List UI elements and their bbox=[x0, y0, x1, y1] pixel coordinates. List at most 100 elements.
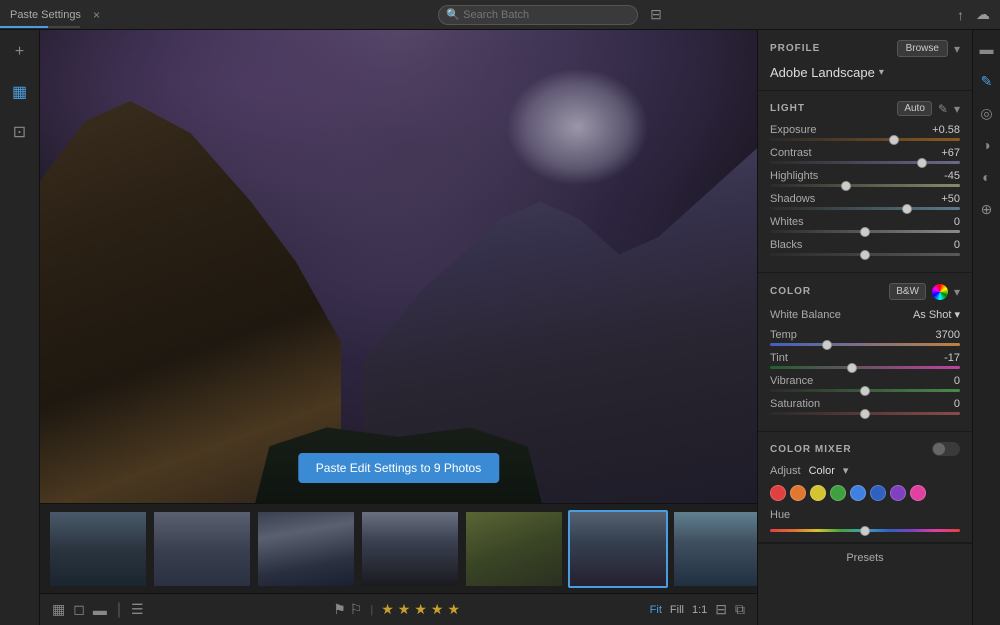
shadows-slider-row: Shadows +50 bbox=[770, 193, 960, 210]
temp-thumb[interactable] bbox=[822, 340, 832, 350]
highlights-track[interactable] bbox=[770, 184, 960, 187]
filmstrip-thumb-2[interactable] bbox=[152, 510, 252, 588]
light-chevron-icon[interactable]: ▾ bbox=[954, 102, 960, 116]
zoom-fit[interactable]: Fit bbox=[650, 604, 662, 616]
contrast-thumb[interactable] bbox=[917, 158, 927, 168]
hue-track[interactable] bbox=[770, 529, 960, 532]
star-4[interactable]: ★ bbox=[431, 601, 444, 618]
profile-header: PROFILE Browse ▾ bbox=[770, 40, 960, 57]
tint-thumb[interactable] bbox=[847, 363, 857, 373]
blacks-track[interactable] bbox=[770, 253, 960, 256]
thumb-bg-7 bbox=[674, 512, 757, 586]
histogram-icon[interactable]: ▬ bbox=[976, 38, 998, 60]
yellow-dot[interactable] bbox=[810, 485, 826, 501]
orange-dot[interactable] bbox=[790, 485, 806, 501]
left-sidebar: + ▦ ⊡ bbox=[0, 30, 40, 625]
thumb-bg-2 bbox=[154, 512, 250, 586]
adjust-label: Adjust bbox=[770, 465, 801, 477]
whites-thumb[interactable] bbox=[860, 227, 870, 237]
exposure-track[interactable] bbox=[770, 138, 960, 141]
main-image-area: Paste Edit Settings to 9 Photos bbox=[40, 30, 757, 503]
temp-track[interactable] bbox=[770, 343, 960, 346]
cloud-icon[interactable]: ☁ bbox=[976, 6, 990, 23]
vibrance-track[interactable] bbox=[770, 389, 960, 392]
wb-value-text: As Shot bbox=[913, 309, 952, 321]
zoom-fill[interactable]: Fill bbox=[670, 604, 684, 616]
light-title: LIGHT bbox=[770, 103, 805, 114]
add-button[interactable]: + bbox=[6, 38, 34, 66]
detail-icon[interactable]: ◎ bbox=[976, 102, 998, 124]
blacks-thumb[interactable] bbox=[860, 250, 870, 260]
star-2[interactable]: ★ bbox=[398, 601, 411, 618]
filmstrip-thumb-5[interactable] bbox=[464, 510, 564, 588]
lens-icon[interactable]: ◑ bbox=[976, 134, 998, 156]
thumb-bg-5 bbox=[466, 512, 562, 586]
exposure-thumb[interactable] bbox=[889, 135, 899, 145]
filter-icon[interactable]: ⊟ bbox=[650, 6, 662, 23]
aqua-dot[interactable] bbox=[850, 485, 866, 501]
crop-icon[interactable]: ⊡ bbox=[6, 118, 34, 146]
right-icon-sidebar: ▬ ✎ ◎ ◑ ◐ ⊕ bbox=[972, 30, 1000, 625]
purple-dot[interactable] bbox=[890, 485, 906, 501]
bw-button[interactable]: B&W bbox=[889, 283, 926, 300]
blacks-label: Blacks bbox=[770, 239, 802, 251]
color-mixer-toggle[interactable] bbox=[932, 442, 960, 456]
tint-track[interactable] bbox=[770, 366, 960, 369]
saturation-track[interactable] bbox=[770, 412, 960, 415]
compare-icon[interactable]: ⊟ bbox=[715, 601, 727, 618]
edit-pencil-icon[interactable]: ✎ bbox=[938, 102, 948, 116]
flag-icon[interactable]: ⚑ bbox=[333, 601, 346, 618]
close-button[interactable]: × bbox=[93, 8, 100, 22]
browse-button[interactable]: Browse bbox=[897, 40, 948, 57]
grid-view-button[interactable]: ▦ bbox=[52, 601, 65, 618]
color-mixer-chevron[interactable]: ▾ bbox=[843, 464, 849, 477]
light-header: LIGHT Auto ✎ ▾ bbox=[770, 101, 960, 116]
hue-thumb[interactable] bbox=[860, 526, 870, 536]
list-view-button[interactable]: ▬ bbox=[93, 602, 107, 618]
search-input[interactable] bbox=[438, 5, 638, 25]
highlights-slider-row: Highlights -45 bbox=[770, 170, 960, 187]
calibration-icon[interactable]: ⊕ bbox=[976, 198, 998, 220]
magenta-dot[interactable] bbox=[910, 485, 926, 501]
shadows-track[interactable] bbox=[770, 207, 960, 210]
profile-chevron-icon[interactable]: ▾ bbox=[954, 42, 960, 56]
square-view-button[interactable]: ◻ bbox=[73, 601, 85, 618]
color-grading-icon[interactable]: ◐ bbox=[976, 166, 998, 188]
exposure-slider-row: Exposure +0.58 bbox=[770, 124, 960, 141]
highlights-thumb[interactable] bbox=[841, 181, 851, 191]
star-5[interactable]: ★ bbox=[447, 601, 460, 618]
white-balance-row: White Balance As Shot ▾ bbox=[770, 308, 960, 321]
shadows-thumb[interactable] bbox=[902, 204, 912, 214]
filmstrip-thumb-6[interactable] bbox=[568, 510, 668, 588]
filmstrip-thumb-1[interactable] bbox=[48, 510, 148, 588]
hue-label: Hue bbox=[770, 509, 790, 521]
zoom-1-1[interactable]: 1:1 bbox=[692, 604, 707, 616]
upload-icon[interactable]: ↑ bbox=[957, 7, 964, 23]
contrast-track[interactable] bbox=[770, 161, 960, 164]
whites-track[interactable] bbox=[770, 230, 960, 233]
star-1[interactable]: ★ bbox=[381, 601, 394, 618]
edit-icon[interactable]: ✎ bbox=[976, 70, 998, 92]
color-wheel-icon[interactable] bbox=[932, 284, 948, 300]
saturation-thumb[interactable] bbox=[860, 409, 870, 419]
filmstrip-thumb-3[interactable] bbox=[256, 510, 356, 588]
before-after-icon[interactable]: ⧉ bbox=[735, 601, 745, 618]
paste-tooltip[interactable]: Paste Edit Settings to 9 Photos bbox=[298, 453, 499, 483]
color-chevron-icon[interactable]: ▾ bbox=[954, 285, 960, 299]
star-3[interactable]: ★ bbox=[414, 601, 427, 618]
white-balance-value[interactable]: As Shot ▾ bbox=[913, 308, 960, 321]
color-mixer-section: COLOR MIXER Adjust Color ▾ Hue bbox=[758, 432, 972, 543]
reject-icon[interactable]: ⚐ bbox=[350, 601, 363, 618]
green-dot[interactable] bbox=[830, 485, 846, 501]
red-dot[interactable] bbox=[770, 485, 786, 501]
profile-name[interactable]: Adobe Landscape ▾ bbox=[770, 65, 960, 80]
saturation-label: Saturation bbox=[770, 398, 820, 410]
vibrance-thumb[interactable] bbox=[860, 386, 870, 396]
presets-tab[interactable]: Presets bbox=[758, 543, 972, 572]
grid-view-icon[interactable]: ▦ bbox=[6, 78, 34, 106]
blue-dot[interactable] bbox=[870, 485, 886, 501]
sort-icon[interactable]: ☰ bbox=[131, 601, 144, 618]
filmstrip-thumb-7[interactable] bbox=[672, 510, 757, 588]
auto-button[interactable]: Auto bbox=[897, 101, 932, 116]
filmstrip-thumb-4[interactable] bbox=[360, 510, 460, 588]
